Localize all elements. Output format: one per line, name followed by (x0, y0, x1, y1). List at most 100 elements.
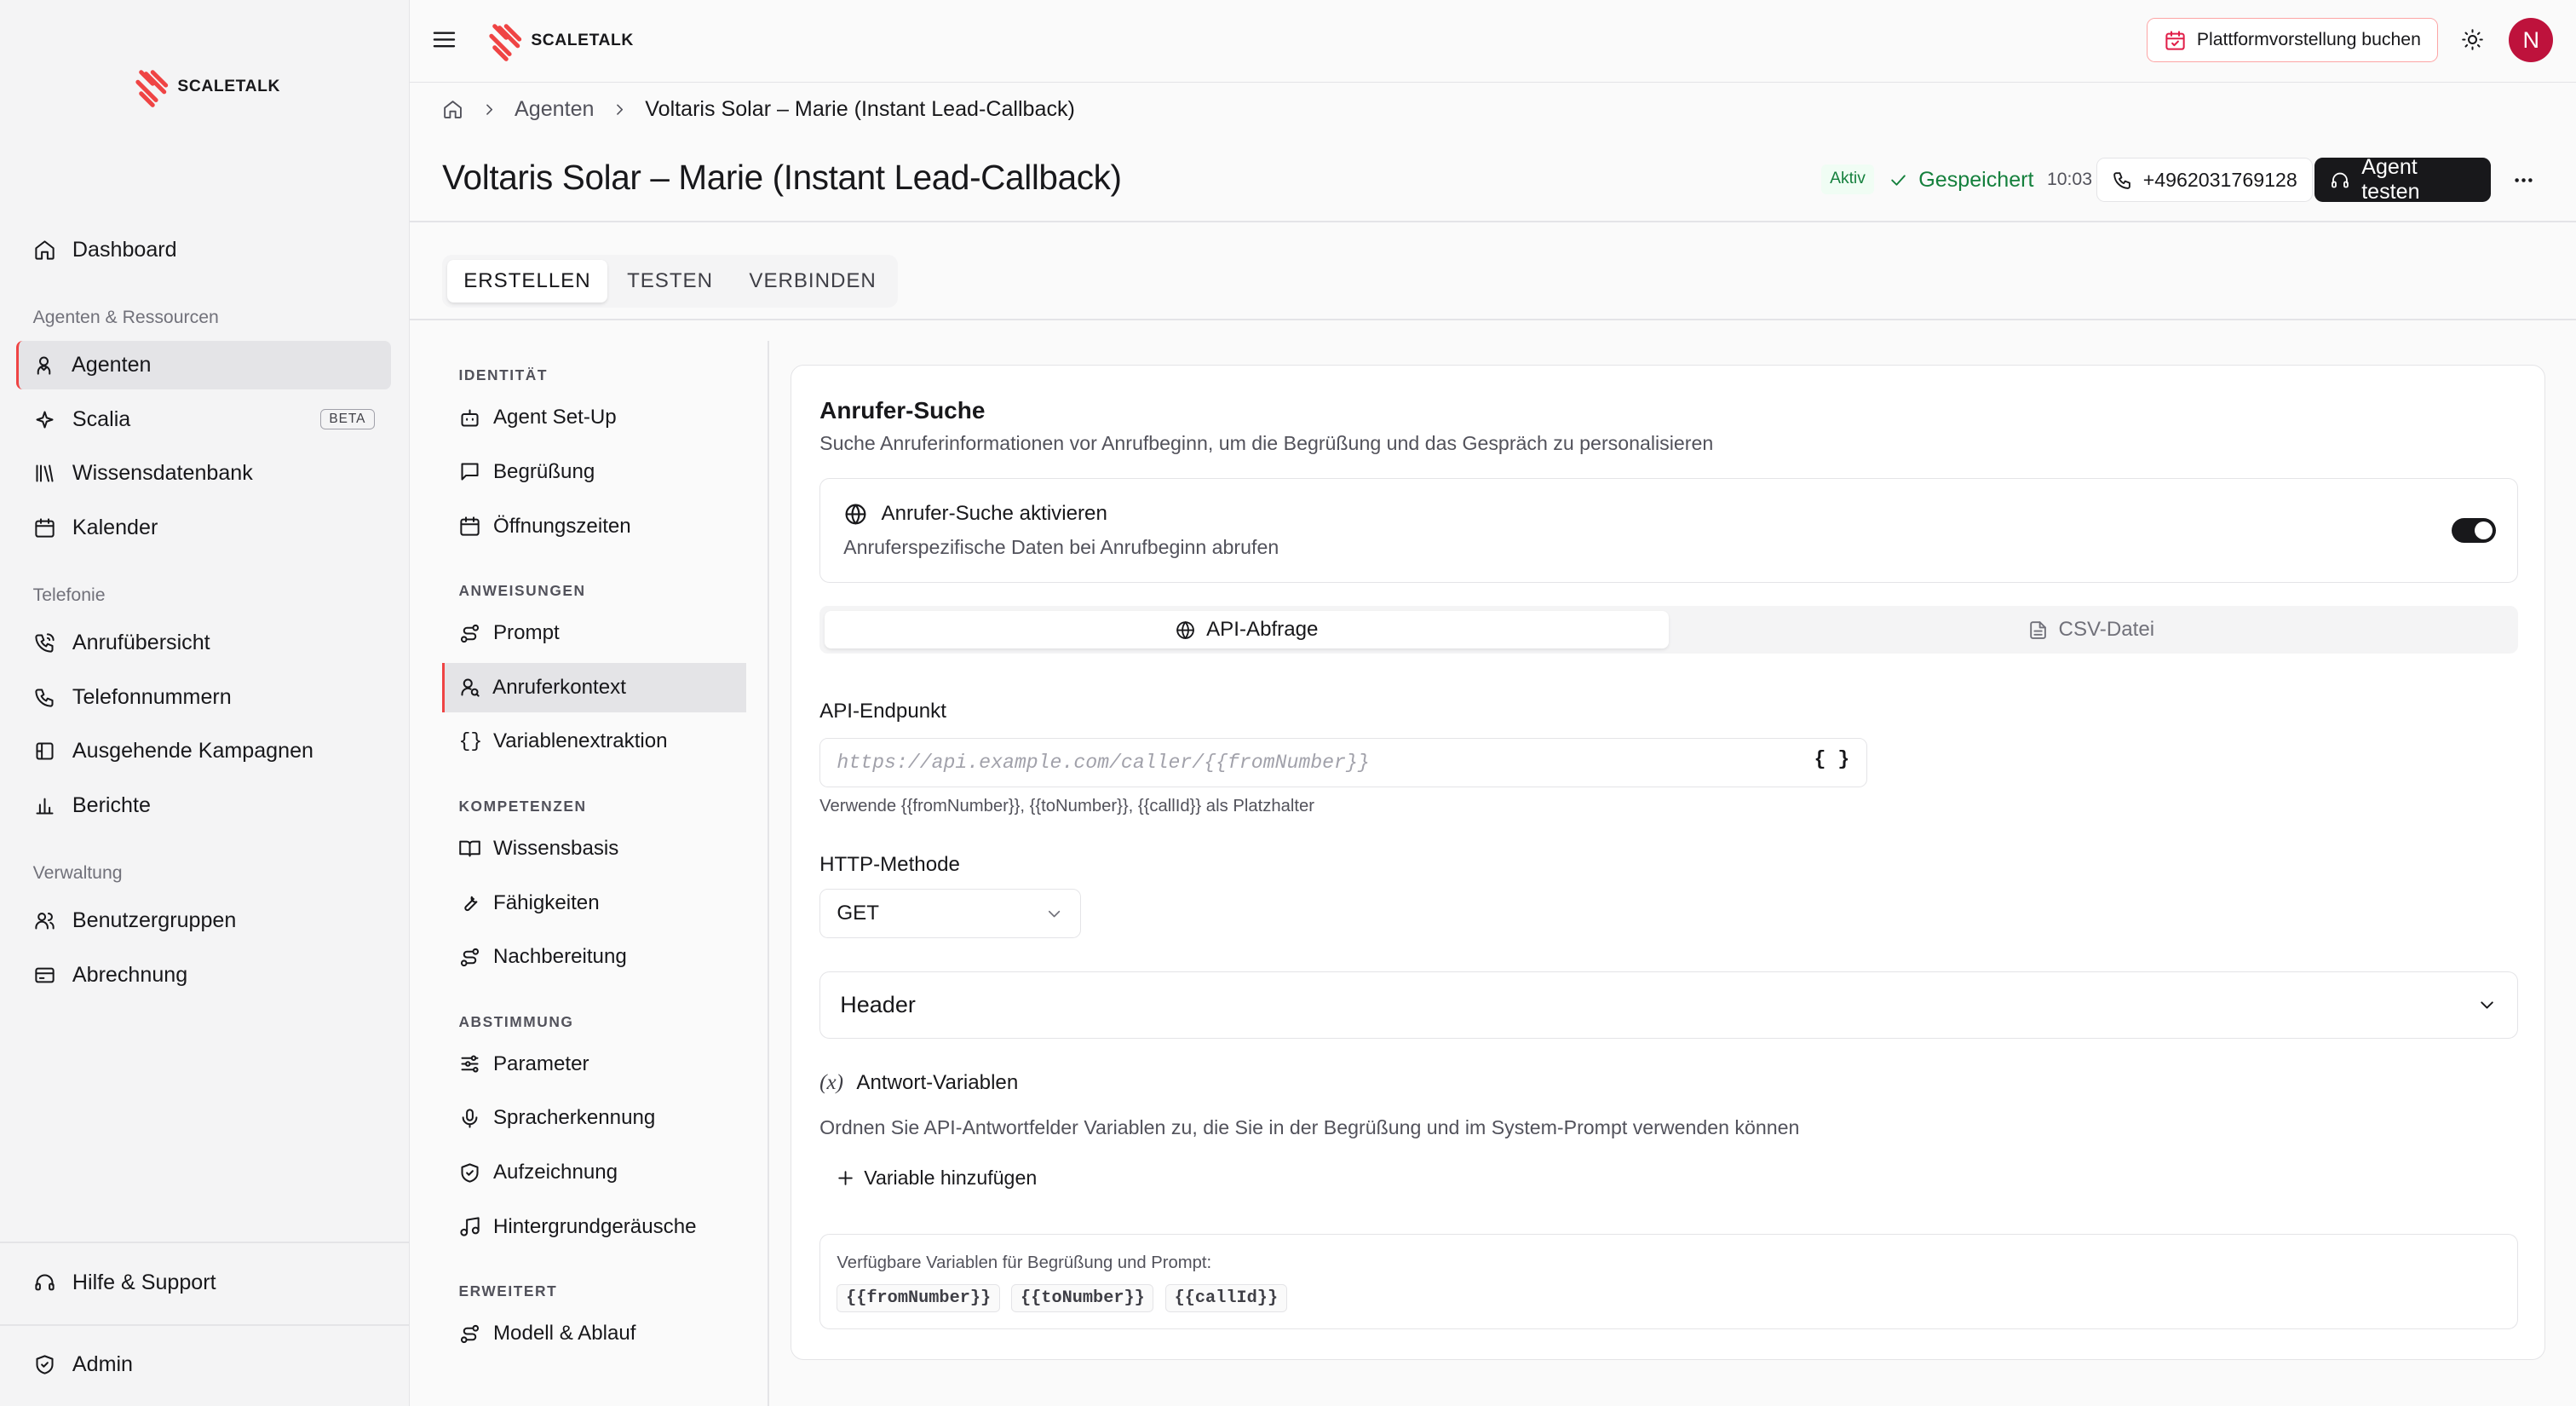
subnav-var-extraction[interactable]: {} Variablenextraktion (442, 717, 746, 766)
menu-toggle[interactable] (431, 26, 457, 53)
endpoint-placeholder: https://api.example.com/caller/{{fromNum… (837, 751, 1370, 774)
status-badge: Aktiv (1821, 164, 1874, 194)
subnav-abilities[interactable]: Fähigkeiten (442, 879, 746, 928)
tab-erstellen[interactable]: ERSTELLEN (446, 259, 607, 303)
nav-admin[interactable]: Admin (16, 1340, 391, 1390)
subnav-recording[interactable]: Aufzeichnung (442, 1148, 746, 1197)
phone-icon (2113, 172, 2130, 189)
nav-dashboard[interactable]: Dashboard (16, 225, 391, 274)
caller-lookup-switch[interactable] (2451, 518, 2496, 543)
toggle-description: Anruferspezifische Daten bei Anrufbeginn… (843, 536, 1279, 559)
nav-knowledge-db-label: Wissensdatenbank (72, 461, 253, 486)
top-logo[interactable]: SCALETALK (488, 20, 634, 62)
nav-billing[interactable]: Abrechnung (16, 951, 391, 1000)
response-variables-title: (x) Antwort-Variablen (819, 1071, 1018, 1095)
phone-number-button[interactable]: +4962031769128 (2096, 158, 2314, 203)
shield-icon (36, 1355, 54, 1375)
nav-calendar[interactable]: Kalender (16, 504, 391, 553)
nav-help[interactable]: Hilfe & Support (16, 1258, 391, 1307)
insert-variable-icon[interactable]: { } (1814, 748, 1850, 770)
scaletalk-logo-icon (135, 70, 169, 108)
credit-card-icon (34, 967, 55, 983)
endpoint-label: API-Endpunkt (819, 700, 946, 723)
sidebar-divider (0, 1242, 410, 1244)
subnav-post-processing[interactable]: Nachbereitung (442, 932, 746, 982)
users-icon (34, 913, 55, 930)
seg-csv-file[interactable]: CSV-Datei (1669, 611, 2513, 648)
nav-admin-label: Admin (72, 1352, 133, 1377)
header-accordion[interactable]: Header (819, 971, 2518, 1039)
breadcrumb: Agenten Voltaris Solar – Marie (Instant … (442, 97, 1075, 122)
test-agent-button[interactable]: Agent testen (2314, 155, 2491, 204)
home-icon[interactable] (442, 99, 463, 120)
nav-dashboard-label: Dashboard (72, 237, 177, 262)
book-demo-label: Plattformvorstellung buchen (2196, 30, 2421, 50)
phone-number-label: +4962031769128 (2142, 168, 2297, 191)
calendar-check-icon (2165, 31, 2185, 50)
sidebar-divider-2 (0, 1323, 410, 1326)
breadcrumb-parent[interactable]: Agenten (515, 97, 594, 122)
subnav-parameters[interactable]: Parameter (442, 1040, 746, 1089)
subnav-speech-recognition[interactable]: Spracherkennung (442, 1093, 746, 1143)
endpoint-input[interactable]: https://api.example.com/caller/{{fromNum… (819, 737, 1867, 787)
sun-icon (2462, 29, 2483, 50)
subnav-agent-setup-label: Agent Set-Up (492, 406, 617, 429)
variable-chip[interactable]: {{fromNumber}} (837, 1284, 1000, 1313)
nav-reports[interactable]: Berichte (16, 781, 391, 831)
variable-chip[interactable]: {{toNumber}} (1011, 1284, 1154, 1313)
subnav-model-flow[interactable]: Modell & Ablauf (442, 1309, 746, 1358)
header-accordion-label: Header (840, 991, 916, 1017)
route-icon (461, 948, 480, 966)
phone-call-icon (34, 633, 55, 653)
seg-api-query[interactable]: API-Abfrage (824, 611, 1669, 649)
message-square-icon (461, 463, 479, 481)
saved-time: 10:03 (2046, 170, 2093, 190)
user-avatar[interactable]: N (2509, 18, 2554, 63)
nav-knowledge-db[interactable]: Wissensdatenbank (16, 449, 391, 498)
method-label: HTTP-Methode (819, 852, 960, 876)
http-method-select[interactable]: GET (819, 889, 1081, 939)
nav-call-overview[interactable]: Anrufübersicht (16, 619, 391, 668)
subnav-group-identity: IDENTITÄT (458, 366, 549, 384)
available-variables-label: Verfügbare Variablen für Begrüßung und P… (837, 1253, 1212, 1272)
hamburger-icon (433, 32, 455, 48)
nav-phone-numbers[interactable]: Telefonnummern (16, 672, 391, 722)
theme-toggle[interactable] (2461, 28, 2484, 51)
chevron-down-icon (2480, 1001, 2493, 1009)
nav-group-resources: Agenten & Ressourcen (32, 307, 219, 327)
nav-calendar-label: Kalender (72, 516, 158, 540)
subnav-knowledge-base-label: Wissensbasis (492, 836, 619, 860)
home-icon (34, 240, 55, 260)
more-options-button[interactable] (2512, 158, 2535, 202)
top-bar: SCALETALK Plattformvorstellung buchen N (409, 0, 2576, 83)
caller-lookup-card: Anrufer-Suche Suche Anruferinformationen… (791, 365, 2545, 1361)
subnav-prompt[interactable]: Prompt (442, 608, 746, 658)
subnav-knowledge-base[interactable]: Wissensbasis (442, 824, 746, 873)
nav-agents[interactable]: Agenten (16, 340, 392, 390)
globe-icon (1176, 620, 1195, 639)
book-demo-button[interactable]: Plattformvorstellung buchen (2146, 18, 2439, 63)
nav-scalia[interactable]: Scalia BETA (16, 395, 391, 444)
subnav-greeting[interactable]: Begrüßung (442, 447, 746, 497)
subnav-hours[interactable]: Öffnungszeiten (442, 502, 746, 551)
sidebar-logo[interactable]: SCALETALK (135, 66, 280, 108)
seg-csv-label: CSV-Datei (2058, 618, 2155, 642)
subnav-group-tuning: ABSTIMMUNG (458, 1012, 574, 1030)
subnav-parameters-label: Parameter (492, 1052, 589, 1075)
variable-chip[interactable]: {{callId}} (1164, 1284, 1287, 1313)
subnav-divider (768, 340, 770, 1406)
tab-verbinden[interactable]: VERBINDEN (733, 260, 893, 303)
breadcrumb-current: Voltaris Solar – Marie (Instant Lead-Cal… (645, 96, 1075, 121)
tab-testen[interactable]: TESTEN (611, 260, 730, 303)
subnav-caller-context[interactable]: Anruferkontext (442, 662, 747, 712)
check-icon (1890, 175, 1906, 186)
subnav-agent-setup[interactable]: Agent Set-Up (442, 393, 746, 442)
nav-outbound-campaigns[interactable]: Ausgehende Kampagnen (16, 727, 391, 776)
book-open-icon (459, 840, 481, 857)
nav-group-admin: Verwaltung (32, 863, 123, 884)
nav-reports-label: Berichte (72, 793, 151, 818)
nav-outbound-campaigns-label: Ausgehende Kampagnen (72, 739, 313, 764)
add-variable-button[interactable]: Variable hinzufügen (835, 1167, 1037, 1190)
subnav-background-noise[interactable]: Hintergrundgeräusche (442, 1202, 746, 1252)
nav-user-groups[interactable]: Benutzergruppen (16, 896, 391, 946)
